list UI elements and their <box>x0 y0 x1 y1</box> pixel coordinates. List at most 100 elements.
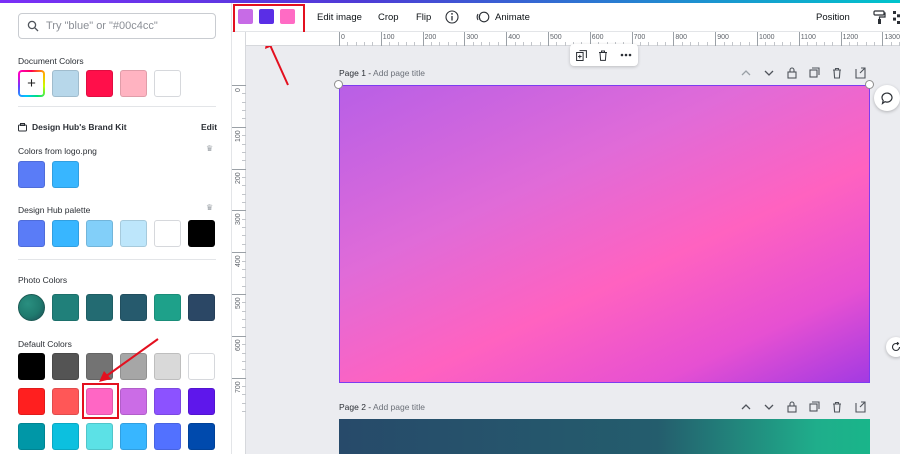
selection-handle[interactable] <box>334 80 343 89</box>
default-color-swatch[interactable] <box>154 353 181 380</box>
animate-button[interactable]: Animate <box>495 12 530 23</box>
page-2-title-input[interactable]: Add page title <box>373 402 425 412</box>
duplicate-icon[interactable] <box>809 401 820 412</box>
rotate-button[interactable] <box>886 337 900 357</box>
ruler-tick <box>798 32 800 46</box>
crop-button[interactable]: Crop <box>378 12 399 23</box>
palette-color-swatch[interactable] <box>120 220 147 247</box>
default-color-swatch[interactable] <box>120 423 147 450</box>
ruler-minor-tick <box>690 42 692 46</box>
default-color-swatch[interactable] <box>188 423 215 450</box>
ruler-label: 300 <box>466 34 479 41</box>
add-page-icon[interactable] <box>855 67 866 79</box>
default-color-swatch[interactable] <box>18 423 45 450</box>
palette-color-swatch[interactable] <box>86 220 113 247</box>
ruler-minor-tick <box>648 42 650 46</box>
ruler-minor-tick <box>242 151 246 153</box>
position-button[interactable]: Position <box>816 12 850 23</box>
photo-color-swatch[interactable] <box>86 294 113 321</box>
lock-icon[interactable] <box>787 401 797 413</box>
chevron-down-icon[interactable] <box>764 70 774 76</box>
palette-color-swatches <box>18 220 215 247</box>
ruler-minor-tick <box>242 176 246 178</box>
default-color-swatch[interactable] <box>52 353 79 380</box>
ruler-minor-tick <box>397 42 399 46</box>
default-colors-row <box>18 353 215 380</box>
info-icon[interactable] <box>445 10 459 24</box>
palette-color-swatch[interactable] <box>154 220 181 247</box>
chevron-up-icon[interactable] <box>741 70 751 76</box>
ruler-minor-tick <box>790 42 792 46</box>
add-color-button[interactable]: + <box>18 70 45 97</box>
default-color-swatch[interactable] <box>154 388 181 415</box>
default-color-swatch[interactable] <box>86 423 113 450</box>
ruler-minor-tick <box>242 411 246 413</box>
default-color-swatch[interactable] <box>18 353 45 380</box>
duplicate-icon[interactable] <box>809 67 820 78</box>
default-color-swatch[interactable] <box>52 423 79 450</box>
photo-color-circle[interactable] <box>18 294 45 321</box>
brand-kit-edit-link[interactable]: Edit <box>201 122 217 132</box>
transparency-icon[interactable] <box>893 11 900 24</box>
ruler-label: 0 <box>235 88 242 92</box>
page-1-canvas[interactable] <box>339 85 870 383</box>
ruler-label: 0 <box>341 34 345 41</box>
trash-icon[interactable] <box>598 50 608 61</box>
ruler-label: 700 <box>235 380 242 393</box>
edit-image-button[interactable]: Edit image <box>317 12 362 23</box>
photo-color-swatch[interactable] <box>188 294 215 321</box>
photo-color-swatch[interactable] <box>120 294 147 321</box>
palette-color-swatch[interactable] <box>52 220 79 247</box>
lock-icon[interactable] <box>787 67 797 79</box>
default-color-swatch[interactable] <box>120 353 147 380</box>
ruler-minor-tick <box>242 260 246 262</box>
trash-icon[interactable] <box>833 401 841 413</box>
photo-color-swatch[interactable] <box>52 294 79 321</box>
selection-handle[interactable] <box>865 80 874 89</box>
default-color-swatch[interactable] <box>188 353 215 380</box>
ruler-label: 100 <box>382 34 395 41</box>
more-icon[interactable] <box>620 53 632 57</box>
add-page-icon[interactable] <box>855 401 866 413</box>
document-color-swatch[interactable] <box>86 70 113 97</box>
ruler-tick <box>232 377 246 379</box>
default-color-swatch[interactable] <box>18 388 45 415</box>
palette-color-swatch[interactable] <box>18 220 45 247</box>
document-color-swatch[interactable] <box>120 70 147 97</box>
ruler-tick <box>673 32 675 46</box>
ruler-tick <box>232 126 246 128</box>
add-page-icon[interactable] <box>575 49 587 61</box>
flip-button[interactable]: Flip <box>416 12 431 23</box>
document-color-swatches <box>52 70 181 97</box>
chevron-up-icon[interactable] <box>741 404 751 410</box>
ruler-minor-tick <box>242 344 246 346</box>
default-color-swatch[interactable] <box>188 388 215 415</box>
page-2-canvas[interactable] <box>339 419 870 454</box>
ruler-minor-tick <box>405 42 407 46</box>
default-color-swatch[interactable] <box>120 388 147 415</box>
horizontal-ruler: 0 100 200 300 400 500 600 700 800 900 1000 1100 1200… <box>232 32 900 46</box>
color-search-box[interactable] <box>18 13 216 39</box>
logo-color-swatch[interactable] <box>18 161 45 188</box>
page-1-title-input[interactable]: Add page title <box>373 68 425 78</box>
default-colors-title: Default Colors <box>18 339 72 349</box>
annotation-highlight-selected-swatch <box>82 383 119 419</box>
ruler-minor-tick <box>456 42 458 46</box>
color-search-input[interactable] <box>46 20 206 32</box>
logo-color-swatch[interactable] <box>52 161 79 188</box>
default-color-swatch[interactable] <box>86 353 113 380</box>
trash-icon[interactable] <box>833 67 841 79</box>
comment-button[interactable] <box>874 85 900 111</box>
default-color-swatch[interactable] <box>154 423 181 450</box>
document-color-swatch[interactable] <box>154 70 181 97</box>
ruler-minor-tick <box>857 42 859 46</box>
document-color-swatch[interactable] <box>52 70 79 97</box>
palette-color-swatch[interactable] <box>188 220 215 247</box>
paint-roller-icon[interactable] <box>873 10 886 25</box>
ruler-minor-tick <box>497 42 499 46</box>
ruler-minor-tick <box>242 93 246 95</box>
ruler-minor-tick <box>765 42 767 46</box>
chevron-down-icon[interactable] <box>764 404 774 410</box>
default-color-swatch[interactable] <box>52 388 79 415</box>
photo-color-swatch[interactable] <box>154 294 181 321</box>
